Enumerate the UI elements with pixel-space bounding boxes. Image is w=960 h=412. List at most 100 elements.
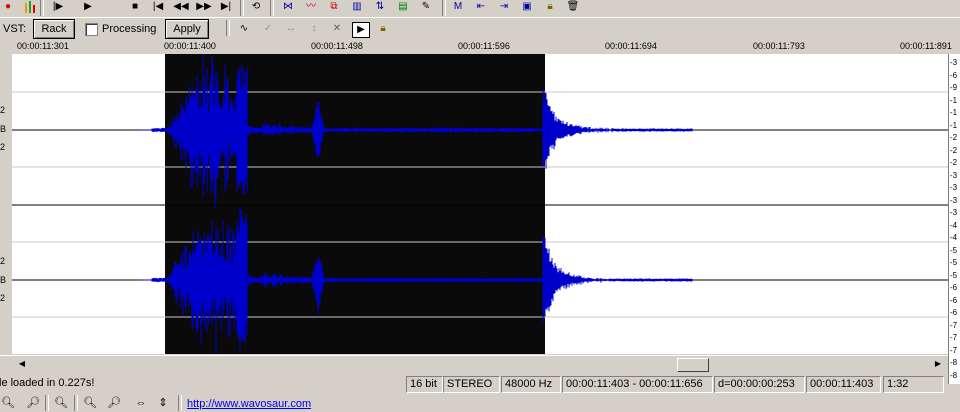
zoom-in-vertical-icon[interactable]: 🔍︎ [82,396,98,410]
rewind-icon[interactable]: ◀◀ [173,0,189,14]
toolbar-separator [45,395,49,411]
db-scale-label: -8 [950,358,958,367]
db-scale-label: -6 [950,308,958,317]
ruler-tick: 00:00:11:694 [605,41,657,51]
db-scale-label: -7 [950,320,958,330]
db-scale-label: -5 [950,270,958,280]
pencil-icon[interactable]: ✎ [418,0,434,14]
ruler-tick: 00:00:11:891 [900,41,952,51]
connect-icon[interactable]: ↔ [283,22,299,36]
normalize-icon[interactable]: ⇅ [372,0,388,14]
status-bar: le loaded in 0.227s! 16 bit STEREO 48000… [0,375,948,393]
vertical-icon[interactable]: ↕ [306,22,322,36]
zoom-selection-icon[interactable]: 🔍︎ [53,396,69,410]
toolbar-separator [270,0,274,16]
processing-checkbox[interactable] [85,23,98,36]
move-left-icon[interactable]: ⇤ [473,0,489,14]
selection-region[interactable] [165,54,545,354]
status-bits: 16 bit [406,376,443,393]
db-scale-label: -6 [950,295,958,305]
fit-horizontal-icon[interactable]: ⇔ [133,396,149,410]
status-zoom: 1:32 [883,376,944,393]
db-scale-label: -1 [950,120,958,130]
fit-vertical-icon[interactable]: ⇕ [155,396,171,410]
lock-icon[interactable]: 🔒︎ [542,0,558,14]
run-icon[interactable]: ▶ [352,22,370,38]
db-scale-label: -7 [950,345,958,355]
status-message: le loaded in 0.227s! [0,377,95,389]
trash-icon[interactable]: 🗑︎ [565,0,581,14]
db-scale-label: -6 [950,70,958,80]
vst-label: VST: [3,23,27,35]
scroll-left-arrow[interactable]: ◀ [16,358,28,370]
db-scale-label: -6 [950,283,958,292]
db-scale-label: -8 [950,370,958,380]
db-scale-label: -7 [950,333,958,342]
scale-label: 2 [0,293,6,303]
db-scale-label: -4 [950,220,958,230]
db-scale-label: -3 [950,58,958,67]
skip-end-icon[interactable]: ▶| [218,0,234,14]
time-ruler[interactable]: 00:00:11:301 00:00:11:400 00:00:11:498 0… [0,40,960,55]
play-from-start-icon[interactable]: |▶ [50,0,66,14]
ruler-tick: 00:00:11:400 [164,41,216,51]
apply-button[interactable]: Apply [165,19,209,39]
main-toolbar: ● |▶ ▶ ■ |◀ ◀◀ ▶▶ ▶| ⟲ ⋈ 〰 ⧉ ▥ ⇅ ▤ ✎ M ⇤… [0,0,960,16]
scale-label: 2 [0,142,6,152]
db-scale-label: -1 [950,108,958,117]
db-scale-label: -3 [950,170,958,180]
video-icon[interactable]: ▣ [519,0,535,14]
scroll-thumb[interactable] [677,358,709,372]
record-icon[interactable]: ● [0,0,16,14]
scale-label: 2 [0,256,6,266]
curve-icon[interactable]: ∿ [236,22,252,36]
equalizer-icon[interactable]: ▤ [395,0,411,14]
marker-icon[interactable]: M [450,0,466,14]
scroll-right-arrow[interactable]: ▶ [932,358,944,370]
zoom-out-icon[interactable]: 🔎︎ [25,396,41,410]
copy-icon[interactable]: ⧉ [326,0,342,14]
waveform-canvas[interactable] [12,54,948,354]
zoom-in-icon[interactable]: 🔍︎ [0,396,16,410]
waveform-tool-icon[interactable]: ⋈ [280,0,296,14]
processing-label: Processing [102,23,157,35]
toolbar-separator [226,20,230,36]
envelope-icon[interactable]: 〰 [303,0,319,14]
website-link[interactable]: http://www.wavosaur.com [187,398,311,410]
vst-toolbar: VST: Rack Processing Apply ∿ ✓ ↔ ↕ ✕ ▶ 🔒… [0,17,960,41]
db-scale-label: -4 [950,233,958,242]
toolbar-separator [240,0,244,16]
db-scale-label: -3 [950,195,958,205]
toolbar-separator [178,395,182,411]
zoom-out-vertical-icon[interactable]: 🔎︎ [106,396,122,410]
db-scale-label: -3 [950,183,958,192]
status-selection: 00:00:11:403 - 00:00:11:656 [562,376,713,393]
scale-label: 2 [0,105,6,115]
ruler-tick: 00:00:11:596 [458,41,510,51]
rack-button[interactable]: Rack [33,19,75,39]
spectrum-icon[interactable]: ▥ [349,0,365,14]
stop-icon[interactable]: ■ [127,0,143,14]
db-scale-label: -9 [950,83,958,92]
lock-icon[interactable]: 🔒︎ [375,22,391,36]
waveform-view[interactable] [12,54,948,354]
db-scale-label: -5 [950,258,958,267]
db-scale-label: -2 [950,158,958,167]
zoom-toolbar: 🔍︎ 🔎︎ 🔍︎ 🔍︎ 🔎︎ ⇔ ⇕ http://www.wavosaur.c… [0,394,960,412]
close-icon[interactable]: ✕ [329,22,345,36]
move-right-icon[interactable]: ⇥ [496,0,512,14]
status-rate: 48000 Hz [501,376,561,393]
status-mode: STEREO [443,376,500,393]
loop-icon[interactable]: ⟲ [248,0,264,14]
skip-start-icon[interactable]: |◀ [150,0,166,14]
db-scale-label: -2 [950,145,958,155]
scale-label: B [0,124,7,134]
fast-forward-icon[interactable]: ▶▶ [196,0,212,14]
right-db-scale: -3 -6 -9 -1 -1 -1 -2 -2 -2 -3 -3 -3 -3 -4 -4 -5 -5 -5 -6 -6… [948,54,960,384]
horizontal-scrollbar[interactable]: ◀ ▶ [0,355,948,372]
play-icon[interactable]: ▶ [80,0,96,14]
meter-icon[interactable] [22,0,38,14]
db-scale-label: -2 [950,133,958,142]
check-icon[interactable]: ✓ [260,22,276,36]
toolbar-separator [40,0,44,16]
